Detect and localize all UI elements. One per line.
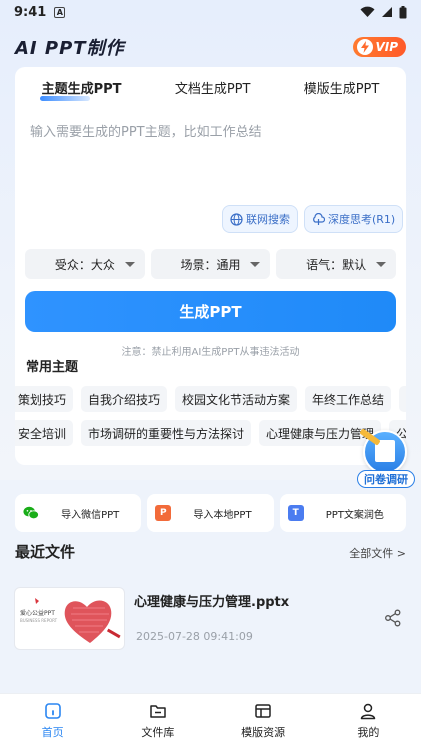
generation-tabs: 主题生成PPT 文档生成PPT 模版生成PPT [15,67,406,107]
topic-chip[interactable]: 安全培训 [15,420,74,446]
nav-files[interactable]: 文件库 [105,694,210,748]
file-thumbnail: 爱心公益PPT BUSINESS REPORT [14,587,125,650]
import-local-label: 导入本地PPT [193,509,252,521]
cellular-icon [382,7,392,17]
tab-topic[interactable]: 主题生成PPT [39,78,122,101]
wifi-icon [360,6,375,18]
scene-select[interactable]: 场景：通用 [150,249,271,279]
deep-think-label: 深度思考(R1) [328,213,396,226]
nav-files-label: 文件库 [141,726,175,739]
file-date: 2025-07-28 09:41:09 [136,630,253,643]
template-icon [255,704,271,718]
survey-float-button[interactable]: 问卷调研 [357,428,415,490]
nav-templates-label: 模版资源 [241,726,286,739]
ppt-file-icon: P [155,505,172,521]
recent-files-title: 最近文件 [15,543,76,561]
recent-file-item[interactable]: 爱心公益PPT BUSINESS REPORT 心理健康与压力管理.pptx 2… [0,572,421,658]
app-header: AI PPT制作 VIP [15,32,406,62]
topic-input[interactable]: 输入需要生成的PPT主题，比如工作总结 [30,121,262,140]
deep-think-icon [313,212,325,225]
option-selects: 受众：大众 场景：通用 语气：默认 [25,249,397,279]
import-wechat-label: 导入微信PPT [61,509,120,521]
topic-row-2: 安全培训 市场调研的重要性与方法探讨 心理健康与压力管理 公 [15,420,406,446]
topic-chip[interactable]: 年终工作总结 [305,386,392,412]
folder-icon [150,705,166,718]
text-icon: T [287,505,304,521]
file-name: 心理健康与压力管理.pptx [134,595,290,610]
polish-text-label: PPT文案润色 [325,509,384,521]
nav-home-label: 首页 [41,726,64,739]
nav-profile[interactable]: 我的 [316,694,421,748]
survey-label: 问卷调研 [357,470,415,488]
user-icon [361,703,376,720]
topic-chip[interactable]: 策划技巧 [15,386,74,412]
topic-chip[interactable]: 市场调研的重要性与方法探讨 [81,420,252,446]
vip-label: VIP [375,40,398,54]
audience-select-label: 受众：大众 [54,257,115,272]
bottom-navigation: 首页 文件库 模版资源 我的 [0,693,421,748]
caret-down-icon [376,262,387,267]
share-icon[interactable] [384,609,402,627]
tab-document[interactable]: 文档生成PPT [175,78,251,101]
import-local-button[interactable]: P 导入本地PPT [147,494,274,532]
audience-select[interactable]: 受众：大众 [25,249,145,279]
topic-chip[interactable]: 简 [399,386,406,412]
thumb-title: 爱心公益PPT BUSINESS REPORT [20,608,57,624]
lightning-icon [357,39,374,55]
common-topics-title: 常用主题 [26,360,79,375]
caret-down-icon [250,262,261,267]
tab-template[interactable]: 模版生成PPT [304,78,380,101]
deep-think-button[interactable]: 深度思考(R1) [304,205,404,233]
tone-select[interactable]: 语气：默认 [276,249,397,279]
topic-row-1: 策划技巧 自我介绍技巧 校园文化节活动方案 年终工作总结 简 [15,386,406,412]
all-files-link[interactable]: 全部文件 > [349,545,406,561]
polish-text-button[interactable]: T PPT文案润色 [279,494,406,532]
notification-a-icon: A [54,6,66,18]
vip-badge[interactable]: VIP [353,37,406,57]
status-bar: 9:41 A [0,0,421,24]
home-icon [44,703,61,719]
web-search-button[interactable]: 联网搜索 [222,205,298,233]
caret-down-icon [124,262,135,267]
battery-icon [399,5,407,18]
nav-profile-label: 我的 [357,726,380,739]
import-actions: 导入微信PPT P 导入本地PPT T PPT文案润色 [15,494,406,532]
wechat-icon [23,505,39,521]
tone-select-label: 语气：默认 [306,257,367,272]
thumb-title-text: 爱心公益PPT [20,610,55,617]
app-title: AI PPT制作 [15,38,125,59]
status-time: 9:41 [14,4,47,20]
web-search-label: 联网搜索 [246,213,290,226]
import-wechat-button[interactable]: 导入微信PPT [15,494,142,532]
thumb-subtitle-text: BUSINESS REPORT [20,618,58,623]
nav-templates[interactable]: 模版资源 [211,694,316,748]
topic-chip[interactable]: 校园文化节活动方案 [175,386,298,412]
topic-chip[interactable]: 自我介绍技巧 [81,386,168,412]
globe-icon [230,212,243,226]
nav-home[interactable]: 首页 [0,694,105,748]
generate-ppt-button[interactable]: 生成PPT [25,291,396,332]
generator-card: 主题生成PPT 文档生成PPT 模版生成PPT 输入需要生成的PPT主题，比如工… [15,67,406,465]
scene-select-label: 场景：通用 [180,257,241,272]
status-icons [360,5,407,19]
